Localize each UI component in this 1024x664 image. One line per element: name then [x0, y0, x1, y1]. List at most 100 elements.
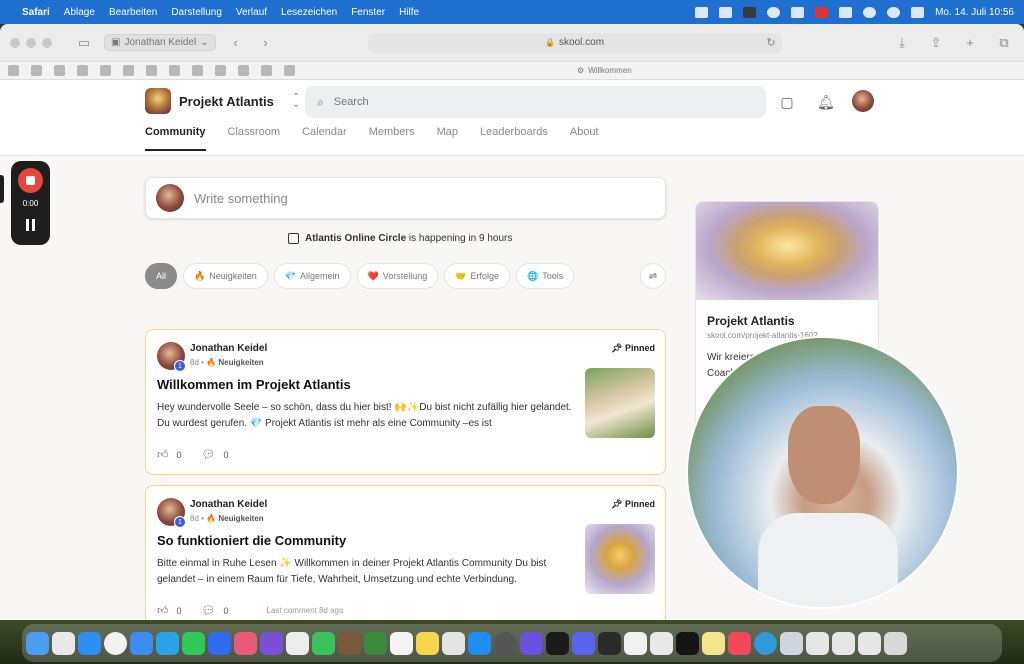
- download-icon[interactable]: ⤓: [892, 34, 912, 52]
- stickies-icon[interactable]: [702, 631, 725, 655]
- window-stack-icon[interactable]: [832, 631, 855, 655]
- bookmark-icon[interactable]: [8, 65, 19, 76]
- music-icon[interactable]: [728, 631, 751, 655]
- menu-verlauf[interactable]: Verlauf: [236, 7, 267, 18]
- app-store-icon[interactable]: [468, 631, 491, 655]
- like-icon[interactable]: 👍︎: [157, 448, 169, 461]
- quicktime-icon[interactable]: [754, 631, 777, 655]
- launchpad-icon[interactable]: [52, 631, 75, 655]
- back-icon[interactable]: ‹: [226, 34, 246, 52]
- bookmark-icon[interactable]: [238, 65, 249, 76]
- chrome-icon[interactable]: [104, 631, 127, 655]
- search-input[interactable]: [333, 96, 714, 108]
- bookmark-icon[interactable]: [146, 65, 157, 76]
- forward-icon[interactable]: ›: [256, 34, 276, 52]
- post-author[interactable]: Jonathan Keidel: [190, 343, 267, 354]
- extension-icon[interactable]: [767, 6, 781, 18]
- spotlight-icon[interactable]: [887, 6, 901, 18]
- post-title[interactable]: So funktioniert die Community: [157, 533, 346, 548]
- close-window-button[interactable]: [10, 37, 20, 48]
- stop-recording-button[interactable]: [18, 168, 43, 193]
- tab-leaderboards[interactable]: Leaderboards: [480, 126, 548, 151]
- address-bar[interactable]: 🔒 skool.com ↻: [367, 32, 782, 53]
- active-tab[interactable]: ⚙ Willkommen: [577, 66, 632, 75]
- screen-app-icon[interactable]: [780, 631, 803, 655]
- bookmark-icon[interactable]: [261, 65, 272, 76]
- bell-icon[interactable]: 🔔︎: [817, 94, 835, 110]
- trash-icon[interactable]: [884, 631, 907, 655]
- menu-darstellung[interactable]: Darstellung: [171, 7, 222, 18]
- telegram-icon[interactable]: [156, 631, 179, 655]
- menu-hilfe[interactable]: Hilfe: [399, 7, 419, 18]
- filter-neuigkeiten[interactable]: 🔥 Neuigkeiten: [183, 263, 268, 289]
- tab-calendar[interactable]: Calendar: [302, 126, 347, 151]
- colorful-app-icon[interactable]: [650, 631, 673, 655]
- menu-bearbeiten[interactable]: Bearbeiten: [109, 7, 157, 18]
- screen-record-icon[interactable]: [695, 6, 709, 18]
- bookmark-icon[interactable]: [169, 65, 180, 76]
- new-tab-icon[interactable]: +: [960, 34, 980, 52]
- shield-icon[interactable]: [719, 6, 733, 18]
- post-title[interactable]: Willkommen im Projekt Atlantis: [157, 377, 351, 392]
- profile-selector[interactable]: ▣ Jonathan Keidel ⌄: [104, 34, 216, 51]
- post-author[interactable]: Jonathan Keidel: [190, 499, 267, 510]
- post-thumbnail[interactable]: [585, 368, 655, 438]
- preview-icon[interactable]: [442, 631, 465, 655]
- zoom-icon[interactable]: [208, 631, 231, 655]
- like-icon[interactable]: 👍︎: [157, 604, 169, 617]
- battery-icon[interactable]: [839, 6, 853, 18]
- reload-icon[interactable]: ↻: [766, 36, 775, 49]
- vpn-shield-icon[interactable]: [364, 631, 387, 655]
- share-icon[interactable]: ⇪: [926, 34, 946, 52]
- chat-icon[interactable]: ▢: [779, 94, 795, 110]
- menu-lesezeichen[interactable]: Lesezeichen: [281, 7, 337, 18]
- pause-recording-button[interactable]: [23, 219, 38, 233]
- post-category[interactable]: 🔥 Neuigkeiten: [206, 358, 264, 367]
- finder-icon[interactable]: [26, 631, 49, 655]
- messages-icon[interactable]: [312, 631, 335, 655]
- tab-about[interactable]: About: [570, 126, 599, 151]
- reminders-icon[interactable]: [390, 631, 413, 655]
- discord-icon[interactable]: [572, 631, 595, 655]
- zoom-window-button[interactable]: [42, 37, 52, 48]
- safari-icon[interactable]: [78, 631, 101, 655]
- filter-allgemein[interactable]: 💎 Allgemein: [273, 263, 351, 289]
- capcut-alt-icon[interactable]: [676, 631, 699, 655]
- user-avatar[interactable]: [852, 90, 874, 112]
- photos-icon[interactable]: [234, 631, 257, 655]
- menu-fenster[interactable]: Fenster: [351, 7, 385, 18]
- capcut-icon[interactable]: [546, 631, 569, 655]
- bookmark-icon[interactable]: [31, 65, 42, 76]
- mail-icon[interactable]: [130, 631, 153, 655]
- group-switcher[interactable]: Projekt Atlantis ⌃ ⌄: [145, 88, 300, 114]
- app-star-icon[interactable]: [260, 631, 283, 655]
- minimize-window-button[interactable]: [26, 37, 36, 48]
- whatsapp-icon[interactable]: [182, 631, 205, 655]
- app-status-icon[interactable]: [791, 6, 805, 18]
- post-composer[interactable]: Write something: [145, 177, 666, 219]
- tab-community[interactable]: Community: [145, 126, 206, 151]
- tab-classroom[interactable]: Classroom: [228, 126, 281, 151]
- webcam-overlay[interactable]: [686, 336, 959, 609]
- bookmark-icon[interactable]: [284, 65, 295, 76]
- bookmark-icon[interactable]: [123, 65, 134, 76]
- tab-map[interactable]: Map: [437, 126, 458, 151]
- post-thumbnail[interactable]: [585, 524, 655, 594]
- event-banner[interactable]: Atlantis Online Circle is happening in 9…: [288, 233, 512, 244]
- bookmark-icon[interactable]: [54, 65, 65, 76]
- filter-erfolge[interactable]: 🤝 Erfolge: [444, 263, 511, 289]
- search-bar[interactable]: ⌕: [305, 86, 766, 118]
- bookmark-icon[interactable]: [215, 65, 226, 76]
- tab-overview-icon[interactable]: ⧉: [994, 34, 1014, 52]
- bookmark-icon[interactable]: [100, 65, 111, 76]
- menubar-clock[interactable]: Mo. 14. Juli 10:56: [935, 7, 1014, 18]
- tab-members[interactable]: Members: [369, 126, 415, 151]
- post-card[interactable]: 1 Jonathan Keidel 8d • 🔥 Neuigkeiten 📌︎ …: [145, 329, 666, 475]
- chatgpt-icon[interactable]: [494, 631, 517, 655]
- menu-ablage[interactable]: Ablage: [64, 7, 95, 18]
- bookmark-icon[interactable]: [77, 65, 88, 76]
- wifi-icon[interactable]: [863, 6, 877, 18]
- bookmark-icon[interactable]: [192, 65, 203, 76]
- filter-vorstellung[interactable]: ❤️ Vorstellung: [356, 263, 439, 289]
- notes-brown-icon[interactable]: [338, 631, 361, 655]
